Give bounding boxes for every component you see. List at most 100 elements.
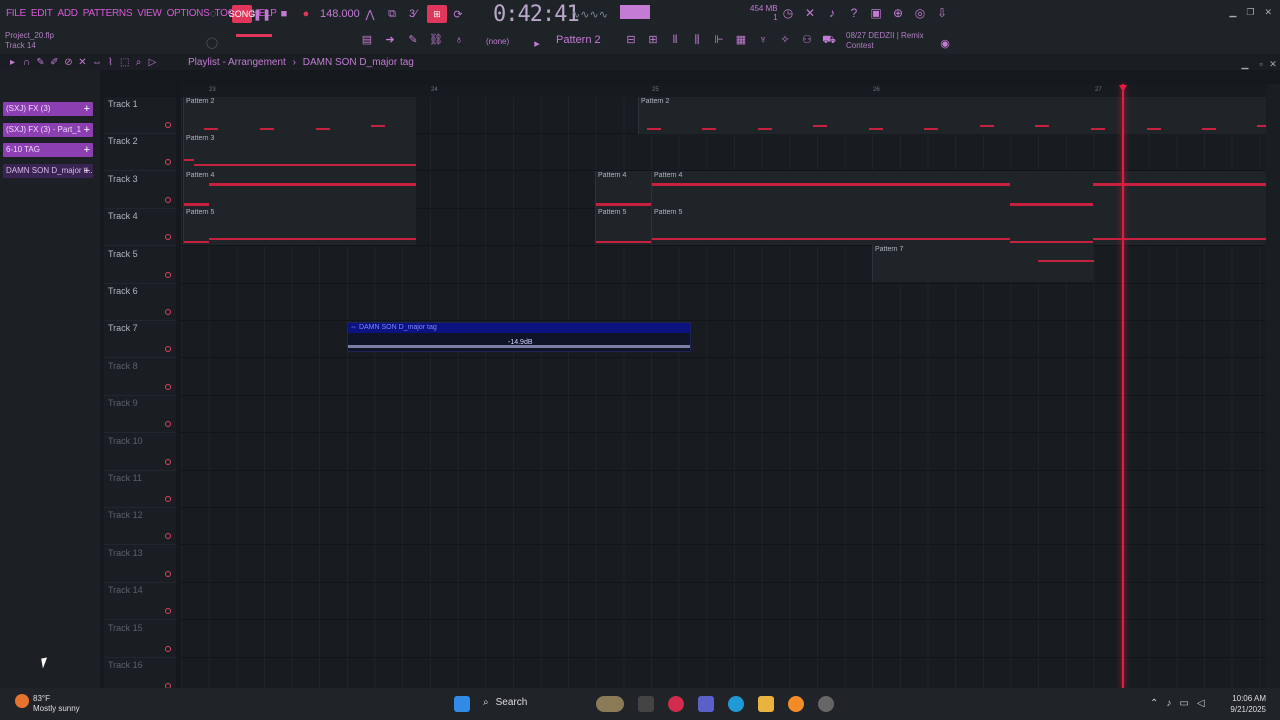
slip-tool-icon[interactable]: ⇔ bbox=[92, 57, 102, 68]
add-icon[interactable]: + bbox=[84, 102, 90, 116]
pattern-clip[interactable]: Pattern 4 bbox=[651, 171, 1266, 208]
track-header[interactable]: Track 10 bbox=[104, 434, 176, 471]
news-panel[interactable]: 08/27 DEDZII | Remix Contest bbox=[846, 31, 924, 51]
pattern-clip[interactable]: Pattern 5 bbox=[183, 208, 416, 245]
track-lane[interactable] bbox=[181, 247, 1266, 284]
track-mute-icon[interactable] bbox=[165, 383, 171, 390]
add-icon[interactable]: + bbox=[84, 143, 90, 157]
stamp-icon[interactable]: ♁ bbox=[452, 33, 466, 47]
playhead[interactable] bbox=[1122, 84, 1124, 688]
menu-view[interactable]: VIEW bbox=[137, 8, 162, 19]
step-edit-button[interactable]: ⊞ bbox=[427, 5, 447, 23]
weather-icon[interactable] bbox=[15, 694, 29, 708]
playlist-close-icon[interactable]: ✕ bbox=[1268, 55, 1278, 73]
delete-tool-icon[interactable]: ⊘ bbox=[64, 57, 73, 68]
track-lane[interactable] bbox=[181, 359, 1266, 396]
vertical-scrollbar[interactable] bbox=[1266, 84, 1280, 688]
add-icon[interactable]: + bbox=[84, 164, 90, 178]
clip-source-item[interactable]: DAMN SON D_major t... + bbox=[3, 164, 93, 178]
countdown-icon[interactable]: 3⁄ bbox=[406, 5, 420, 23]
track-lane[interactable] bbox=[181, 396, 1266, 434]
plugin-icon[interactable]: ⊕ bbox=[892, 6, 904, 20]
plug-icon[interactable]: ⚇ bbox=[800, 33, 814, 47]
arrow-icon[interactable]: ➜ bbox=[383, 33, 397, 47]
track-header[interactable]: Track 12 bbox=[104, 508, 176, 546]
audio-clip[interactable]: ⇔ DAMN SON D_major tag -14.9dB bbox=[347, 322, 691, 352]
pattern-clip[interactable]: Pattern 3 bbox=[183, 134, 416, 171]
track-mute-icon[interactable] bbox=[165, 196, 171, 203]
pattern-selector[interactable]: Pattern 2 bbox=[556, 34, 601, 46]
track-lane[interactable] bbox=[181, 621, 1266, 658]
pattern-arrow-icon[interactable]: ▸ bbox=[533, 34, 541, 52]
online-status-icon[interactable]: ◉ bbox=[938, 34, 952, 52]
track-header[interactable]: Track 14 bbox=[104, 583, 176, 621]
display-icon[interactable]: ▭ bbox=[1179, 698, 1188, 709]
edge-icon[interactable] bbox=[728, 696, 744, 712]
fl-studio-icon[interactable] bbox=[788, 696, 804, 712]
app-icon[interactable] bbox=[668, 696, 684, 712]
track-header[interactable]: Track 13 bbox=[104, 546, 176, 583]
menu-edit[interactable]: EDIT bbox=[31, 8, 53, 19]
track-header[interactable]: Track 1 bbox=[104, 97, 176, 134]
track-header[interactable]: Track 11 bbox=[104, 471, 176, 508]
master-knob-icon[interactable]: ◯ bbox=[205, 33, 219, 51]
none-selector[interactable]: (none) bbox=[486, 37, 509, 46]
menu-patterns[interactable]: PATTERNS bbox=[83, 8, 133, 19]
track-mute-icon[interactable] bbox=[165, 608, 171, 615]
slice-tool-icon[interactable]: ⌇ bbox=[106, 57, 115, 68]
pencil-icon[interactable]: ✎ bbox=[406, 33, 420, 47]
pattern-clip[interactable]: Pattern 4 bbox=[183, 171, 416, 208]
clip-source-item[interactable]: (SXJ) FX (3) + bbox=[3, 102, 93, 116]
wait-input-icon[interactable]: ⧉ bbox=[385, 5, 399, 23]
chat-icon[interactable]: ◎ bbox=[914, 6, 926, 20]
link-icon[interactable]: ⛓ bbox=[429, 33, 443, 47]
track-mute-icon[interactable] bbox=[165, 309, 171, 315]
channel-rack-icon[interactable]: ⊞ bbox=[646, 33, 660, 47]
menu-add[interactable]: ADD bbox=[58, 8, 79, 19]
mixer-icon[interactable]: ⫴ bbox=[668, 33, 682, 47]
track-lane[interactable] bbox=[181, 583, 1266, 621]
track-header[interactable]: Track 2 bbox=[104, 134, 176, 172]
pattern-clip[interactable]: Pattern 5 bbox=[651, 208, 1266, 245]
stop-icon[interactable]: ■ bbox=[278, 5, 290, 23]
app-icon[interactable] bbox=[818, 696, 834, 712]
master-volume-slider[interactable] bbox=[236, 34, 272, 37]
track-lane[interactable] bbox=[181, 284, 1266, 321]
mic-icon[interactable]: ♪ bbox=[826, 6, 838, 20]
draw-tool-icon[interactable]: ✎ bbox=[36, 57, 45, 68]
track-mute-icon[interactable] bbox=[165, 458, 171, 465]
track-mute-icon[interactable] bbox=[165, 570, 171, 577]
taskbar-clock[interactable]: 10:06 AM 9/21/2025 bbox=[1230, 693, 1266, 715]
folder-icon[interactable] bbox=[758, 696, 774, 712]
chevron-up-icon[interactable]: ⌃ bbox=[1150, 698, 1158, 709]
track-mute-icon[interactable] bbox=[165, 421, 171, 428]
track-mute-icon[interactable] bbox=[165, 122, 171, 128]
tools-icon[interactable]: ✕ bbox=[804, 6, 816, 20]
track-header[interactable]: Track 4 bbox=[104, 209, 176, 247]
app-icon[interactable] bbox=[698, 696, 714, 712]
browser-icon[interactable]: ⫼ bbox=[690, 33, 704, 47]
track-header[interactable]: Track 15 bbox=[104, 621, 176, 658]
track-mute-icon[interactable] bbox=[165, 346, 171, 353]
mic-tray-icon[interactable]: ♪ bbox=[1166, 698, 1171, 709]
pattern-clip[interactable]: Pattern 2 bbox=[183, 97, 416, 134]
pattern-clip[interactable]: Pattern 7 bbox=[872, 245, 1094, 282]
app-icon[interactable] bbox=[596, 696, 624, 712]
track-header[interactable]: Track 7 bbox=[104, 321, 176, 359]
track-mute-icon[interactable] bbox=[165, 234, 171, 241]
track-header[interactable]: Track 8 bbox=[104, 359, 176, 396]
brush-icon[interactable]: ♆ bbox=[756, 33, 770, 47]
app-icon[interactable] bbox=[638, 696, 654, 712]
pattern-clip[interactable]: Pattern 4 bbox=[595, 171, 652, 208]
track-lane[interactable] bbox=[181, 658, 1266, 688]
track-header[interactable]: Track 3 bbox=[104, 172, 176, 209]
wand-icon[interactable]: ✧ bbox=[778, 33, 792, 47]
download-icon[interactable]: ⇩ bbox=[936, 6, 948, 20]
play-icon[interactable]: ❚❚ bbox=[253, 5, 271, 23]
track-header[interactable]: Track 9 bbox=[104, 396, 176, 434]
track-header[interactable]: Track 6 bbox=[104, 284, 176, 321]
save-icon[interactable]: ▣ bbox=[870, 6, 882, 20]
track-mute-icon[interactable] bbox=[165, 533, 171, 540]
piano-roll-icon[interactable]: ▤ bbox=[360, 33, 374, 47]
track-mute-icon[interactable] bbox=[165, 271, 171, 278]
